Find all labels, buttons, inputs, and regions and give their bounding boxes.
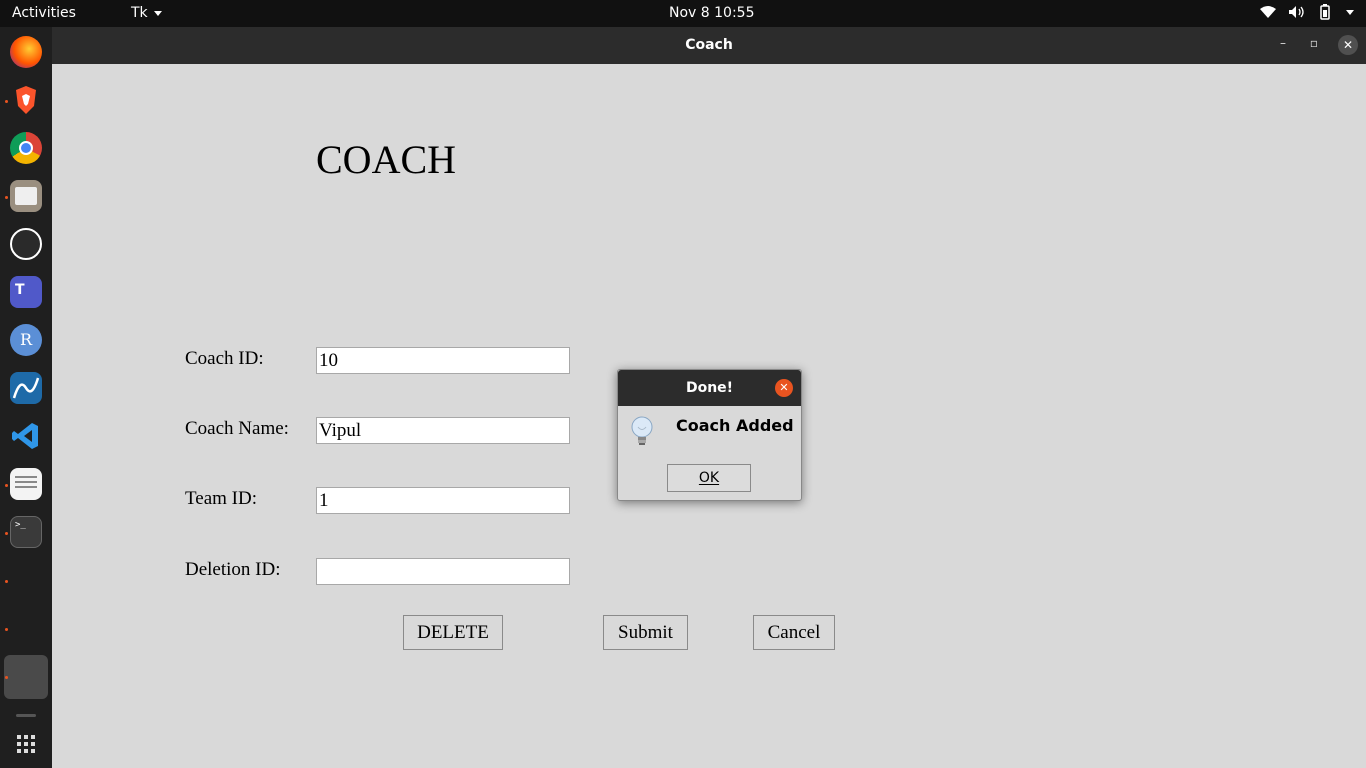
top-bar: Activities Tk Nov 8 10:55 [0, 0, 1366, 27]
firefox-icon[interactable] [10, 36, 42, 68]
submit-button[interactable]: Submit [603, 615, 688, 650]
brave-icon[interactable] [10, 84, 42, 116]
system-tray[interactable] [1260, 4, 1354, 20]
delete-button[interactable]: DELETE [403, 615, 503, 650]
team-id-input[interactable]: 1 [316, 487, 570, 514]
cancel-button[interactable]: Cancel [753, 615, 835, 650]
page-title: COACH [316, 137, 457, 182]
running-indicator [5, 676, 8, 679]
files-icon[interactable] [10, 180, 42, 212]
obs-icon[interactable] [10, 228, 42, 260]
message-dialog: Done! ✕ Coach Added OK [617, 369, 802, 501]
dock-separator [16, 714, 36, 717]
wireshark-icon[interactable] [10, 372, 42, 404]
coach-name-label: Coach Name: [185, 418, 289, 439]
coach-name-input[interactable]: Vipul [316, 417, 570, 444]
battery-icon [1320, 4, 1330, 20]
chrome-icon[interactable] [10, 132, 42, 164]
text-editor-icon[interactable] [10, 468, 42, 500]
app-menu-label: Tk [131, 5, 148, 21]
running-indicator [5, 100, 8, 103]
dock: T R >_ [0, 27, 52, 768]
team-id-label: Team ID: [185, 488, 258, 509]
ok-button[interactable]: OK [667, 464, 751, 492]
coach-id-input[interactable]: 10 [316, 347, 570, 374]
lightbulb-icon [631, 416, 653, 445]
deletion-id-input[interactable] [316, 558, 570, 585]
teams-icon[interactable]: T [10, 276, 42, 308]
wifi-icon [1260, 6, 1276, 18]
chevron-down-icon [153, 10, 162, 16]
active-app-tile[interactable] [4, 655, 48, 699]
chevron-down-icon [1346, 9, 1354, 15]
deletion-id-label: Deletion ID: [185, 559, 281, 580]
dialog-message: Coach Added [676, 416, 794, 435]
app-menu[interactable]: Tk [131, 5, 162, 21]
close-icon[interactable]: ✕ [1338, 35, 1358, 55]
r-icon[interactable]: R [10, 324, 42, 356]
dialog-close-icon[interactable]: ✕ [775, 379, 793, 397]
running-indicator [5, 484, 8, 487]
running-indicator [5, 580, 8, 583]
maximize-icon[interactable]: ▫ [1310, 36, 1318, 50]
window-titlebar[interactable]: Coach – ▫ ✕ [52, 27, 1366, 64]
dialog-titlebar[interactable]: Done! ✕ [618, 370, 801, 406]
vscode-icon[interactable] [10, 420, 42, 452]
running-indicator [5, 628, 8, 631]
volume-icon [1289, 6, 1304, 18]
clock[interactable]: Nov 8 10:55 [669, 5, 754, 21]
window-title: Coach [685, 37, 733, 53]
show-applications-icon[interactable] [17, 735, 35, 753]
running-indicator [5, 196, 8, 199]
terminal-icon[interactable]: >_ [10, 516, 42, 548]
running-indicator [5, 532, 8, 535]
coach-id-label: Coach ID: [185, 348, 264, 369]
activities-button[interactable]: Activities [12, 5, 76, 21]
minimize-icon[interactable]: – [1280, 36, 1286, 50]
dialog-title: Done! [685, 380, 734, 396]
